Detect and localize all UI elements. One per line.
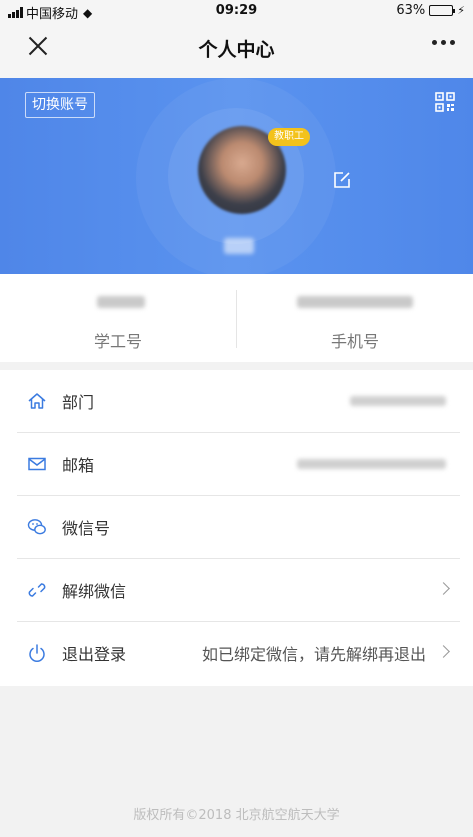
status-bar: 中国移动 ◆ 09:29 63% ⚡: [0, 0, 473, 22]
list-item-label: 邮箱: [62, 456, 95, 475]
stat-staff-id: 学工号: [0, 274, 236, 362]
user-name-redacted: [224, 238, 254, 254]
staff-id-value-redacted: [97, 296, 145, 308]
info-list: 部门 邮箱 微信号 解绑微信 退出登录 如已绑定微信，请先解绑再退出: [0, 370, 473, 686]
more-dots-icon[interactable]: [432, 40, 455, 45]
list-item-label: 部门: [62, 393, 95, 412]
list-item-email: 邮箱: [17, 433, 460, 496]
role-badge: 教职工: [268, 128, 310, 146]
nav-bar: 个人中心: [0, 20, 473, 78]
stat-label: 手机号: [330, 332, 379, 351]
wechat-icon: [27, 517, 47, 537]
charging-icon: ⚡: [457, 4, 465, 17]
list-item-label: 退出登录: [62, 645, 127, 664]
status-right: 63% ⚡: [396, 3, 465, 18]
stat-label: 学工号: [93, 332, 142, 351]
link-icon: [27, 580, 47, 600]
copyright-footer: 版权所有©2018 北京航空航天大学: [133, 808, 340, 823]
profile-banner: 切换账号 教职工: [0, 78, 473, 274]
qr-code-icon[interactable]: [435, 92, 455, 112]
list-item-wechat-id: 微信号: [17, 496, 460, 559]
switch-account-button[interactable]: 切换账号: [25, 92, 95, 118]
chevron-right-icon: [437, 645, 450, 658]
list-item-department: 部门: [17, 370, 460, 433]
power-icon: [27, 643, 47, 663]
list-item-label: 解绑微信: [62, 582, 127, 601]
mail-icon: [27, 454, 47, 474]
edit-icon[interactable]: [332, 170, 352, 190]
page-title: 个人中心: [198, 39, 275, 61]
phone-value-redacted: [297, 296, 413, 308]
department-value-redacted: [350, 396, 446, 406]
email-value-redacted: [297, 459, 446, 469]
list-item-label: 微信号: [62, 519, 111, 538]
battery-icon: [429, 5, 456, 16]
list-item-unbind-wechat[interactable]: 解绑微信: [17, 559, 460, 622]
chevron-right-icon: [437, 582, 450, 595]
logout-note: 如已绑定微信，请先解绑再退出: [201, 645, 426, 664]
list-item-logout[interactable]: 退出登录 如已绑定微信，请先解绑再退出: [17, 622, 460, 685]
home-icon: [27, 391, 47, 411]
stats-panel: 学工号 手机号: [0, 274, 473, 362]
battery-percent: 63%: [396, 3, 426, 18]
stat-phone: 手机号: [237, 274, 473, 362]
